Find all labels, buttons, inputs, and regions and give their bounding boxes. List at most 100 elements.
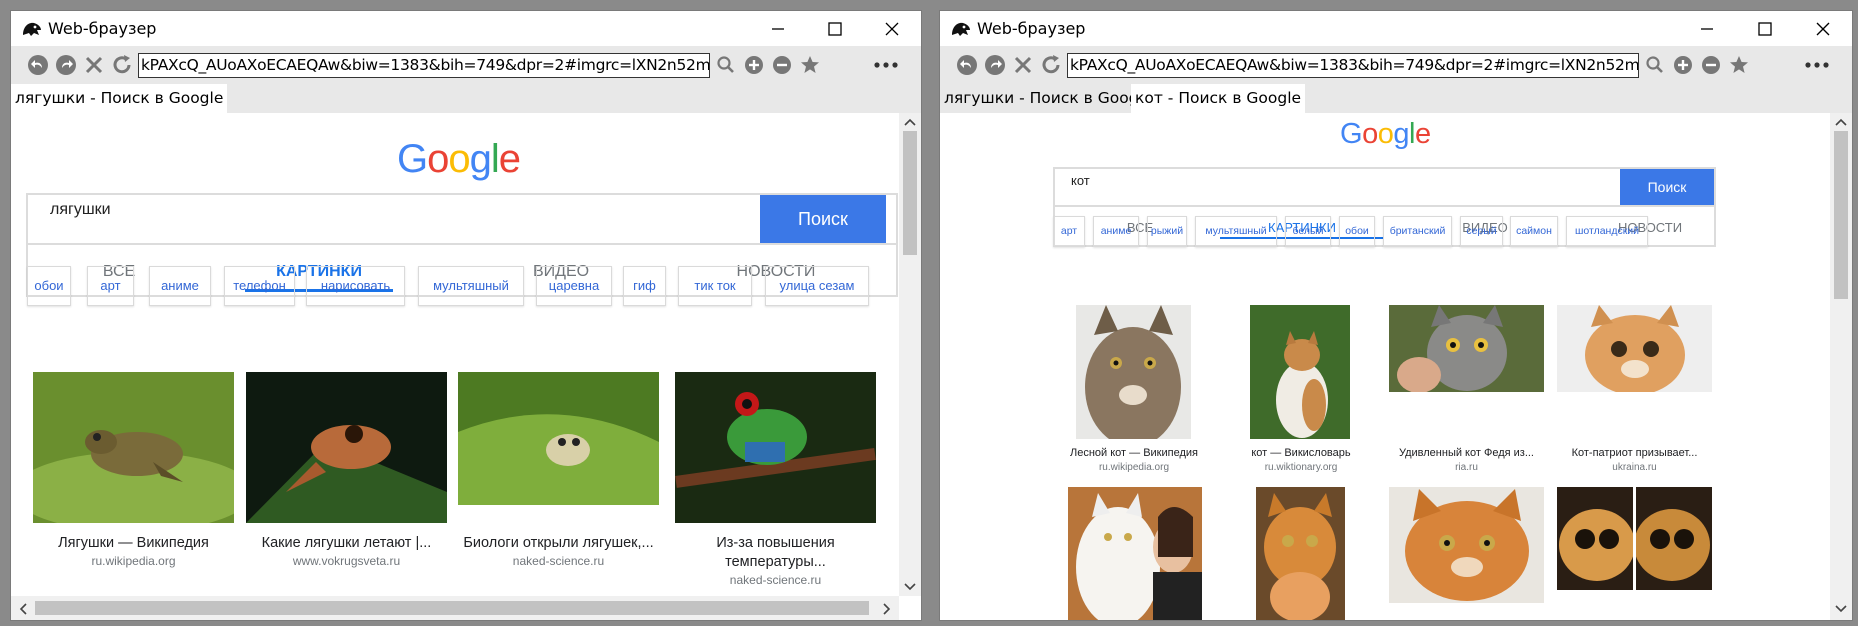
cat-image-6[interactable]: [1256, 487, 1345, 620]
search-button[interactable]: Поиск: [760, 195, 886, 243]
reload-icon[interactable]: [1037, 51, 1065, 79]
result-caption[interactable]: Лягушки — Википедия: [33, 535, 234, 551]
related-chip[interactable]: аниме: [1093, 216, 1139, 247]
result-source: naked-science.ru: [729, 573, 822, 587]
related-chip[interactable]: гиф: [623, 266, 666, 306]
toolbar: kPAXcQ_AUoAXoECAEQAw&biw=1383&bih=749&dp…: [11, 46, 921, 84]
related-chip[interactable]: серый: [1460, 216, 1503, 247]
frog-image-1[interactable]: [33, 372, 234, 523]
forward-icon[interactable]: [52, 51, 80, 79]
zoom-out-icon[interactable]: [1697, 51, 1725, 79]
more-menu-icon[interactable]: [1803, 51, 1831, 79]
search-button[interactable]: Поиск: [1620, 169, 1714, 205]
related-chip[interactable]: тик ток: [678, 266, 752, 306]
cat-image-4[interactable]: [1557, 305, 1712, 392]
related-chip[interactable]: обои: [27, 266, 71, 306]
minimize-button[interactable]: [749, 11, 807, 46]
vertical-scroll-thumb[interactable]: [1834, 131, 1848, 299]
bookmark-star-icon[interactable]: [796, 51, 824, 79]
browser-window-cats: Web-браузер kPAXcQ_AUoAXoECAEQAw&biw=138…: [939, 10, 1853, 621]
result-caption[interactable]: кот — Викисловарь: [1220, 447, 1382, 459]
frog-image-4[interactable]: [675, 372, 876, 523]
page-content: Google лягушки Поиск ВСЕ КАРТИНКИ ВИДЕО …: [11, 113, 899, 596]
related-chip[interactable]: белый: [1285, 216, 1331, 247]
scroll-left-icon[interactable]: [19, 603, 27, 615]
related-chip[interactable]: аниме: [149, 266, 211, 306]
vertical-scroll-thumb[interactable]: [903, 131, 917, 255]
vertical-scrollbar[interactable]: [899, 113, 921, 596]
related-chip[interactable]: мультяшный: [418, 266, 524, 306]
result-caption[interactable]: Удивленный кот Федя из...: [1389, 447, 1544, 459]
result-source: naked-science.ru: [512, 554, 605, 568]
result-caption[interactable]: Биологи открыли лягушек,...: [458, 535, 659, 551]
horizontal-scrollbar[interactable]: [11, 596, 899, 620]
close-button[interactable]: [863, 11, 921, 46]
result-caption-line2[interactable]: температуры...: [675, 554, 876, 570]
vertical-scrollbar[interactable]: [1830, 113, 1852, 620]
related-chip[interactable]: мультяшный: [1195, 216, 1277, 247]
frog-image-3[interactable]: [458, 372, 659, 505]
close-button[interactable]: [1794, 11, 1852, 46]
related-chip[interactable]: улица сезам: [765, 266, 869, 306]
stop-icon[interactable]: [1009, 51, 1037, 79]
window-title: Web-браузер: [48, 19, 157, 38]
related-chip[interactable]: царевна: [536, 266, 612, 306]
result-caption[interactable]: Кот-патриот призывает...: [1557, 447, 1712, 459]
reload-icon[interactable]: [108, 51, 136, 79]
horizontal-scroll-thumb[interactable]: [35, 601, 869, 615]
frog-image-2[interactable]: [246, 372, 447, 523]
zoom-in-icon[interactable]: [740, 51, 768, 79]
related-chip[interactable]: британский: [1383, 216, 1452, 247]
bookmark-star-icon[interactable]: [1725, 51, 1753, 79]
google-logo: Google: [1340, 118, 1431, 150]
divider: [1055, 205, 1714, 207]
related-chip[interactable]: арт: [1053, 216, 1085, 247]
title-bar[interactable]: Web-браузер: [940, 11, 1852, 46]
scroll-up-icon[interactable]: [904, 118, 916, 126]
forward-icon[interactable]: [981, 51, 1009, 79]
maximize-button[interactable]: [806, 11, 864, 46]
scroll-up-icon[interactable]: [1835, 118, 1847, 126]
back-icon[interactable]: [953, 51, 981, 79]
cat-image-2[interactable]: [1250, 305, 1350, 439]
scroll-down-icon[interactable]: [904, 583, 916, 591]
result-caption[interactable]: Лесной кот — Википедия: [1053, 447, 1215, 459]
cat-image-5[interactable]: [1068, 487, 1202, 620]
title-bar[interactable]: Web-браузер: [11, 11, 921, 46]
result-caption[interactable]: Из-за повышения: [675, 535, 876, 551]
related-chip[interactable]: рыжий: [1147, 216, 1187, 247]
tab-cats[interactable]: кот - Поиск в Google: [1131, 84, 1306, 113]
search-icon[interactable]: [712, 51, 740, 79]
related-chip[interactable]: арт: [87, 266, 134, 306]
search-input[interactable]: лягушки: [28, 195, 770, 243]
toolbar: kPAXcQ_AUoAXoECAEQAw&biw=1383&bih=749&dp…: [940, 46, 1852, 84]
cat-image-3[interactable]: [1389, 305, 1544, 392]
maximize-button[interactable]: [1736, 11, 1794, 46]
cat-image-7[interactable]: [1389, 487, 1544, 603]
cat-image-8[interactable]: [1557, 487, 1712, 590]
related-chip[interactable]: обои: [1339, 216, 1375, 247]
more-menu-icon[interactable]: [872, 51, 900, 79]
stop-icon[interactable]: [80, 51, 108, 79]
scroll-down-icon[interactable]: [1835, 605, 1847, 613]
address-bar[interactable]: kPAXcQ_AUoAXoECAEQAw&biw=1383&bih=749&dp…: [138, 52, 710, 78]
search-icon[interactable]: [1641, 51, 1669, 79]
google-logo: Google: [397, 137, 521, 181]
tab-frogs[interactable]: лягушки - Поиск в Google: [940, 84, 1156, 113]
related-chip[interactable]: саймон: [1510, 216, 1558, 247]
zoom-out-icon[interactable]: [768, 51, 796, 79]
related-chip[interactable]: нарисовать: [306, 266, 405, 306]
result-source: ru.wikipedia.org: [1098, 462, 1170, 473]
divider: [28, 243, 896, 245]
related-chip[interactable]: телефон: [224, 266, 295, 306]
cat-image-1[interactable]: [1076, 305, 1191, 439]
related-chip[interactable]: шотландский: [1566, 216, 1648, 247]
back-icon[interactable]: [24, 51, 52, 79]
scroll-right-icon[interactable]: [883, 603, 891, 615]
address-bar[interactable]: kPAXcQ_AUoAXoECAEQAw&biw=1383&bih=749&dp…: [1067, 52, 1639, 78]
result-caption[interactable]: Какие лягушки летают |...: [246, 535, 447, 551]
zoom-in-icon[interactable]: [1669, 51, 1697, 79]
tab-frogs[interactable]: лягушки - Поиск в Google: [11, 84, 228, 113]
minimize-button[interactable]: [1678, 11, 1736, 46]
search-input[interactable]: кот: [1055, 169, 1615, 205]
